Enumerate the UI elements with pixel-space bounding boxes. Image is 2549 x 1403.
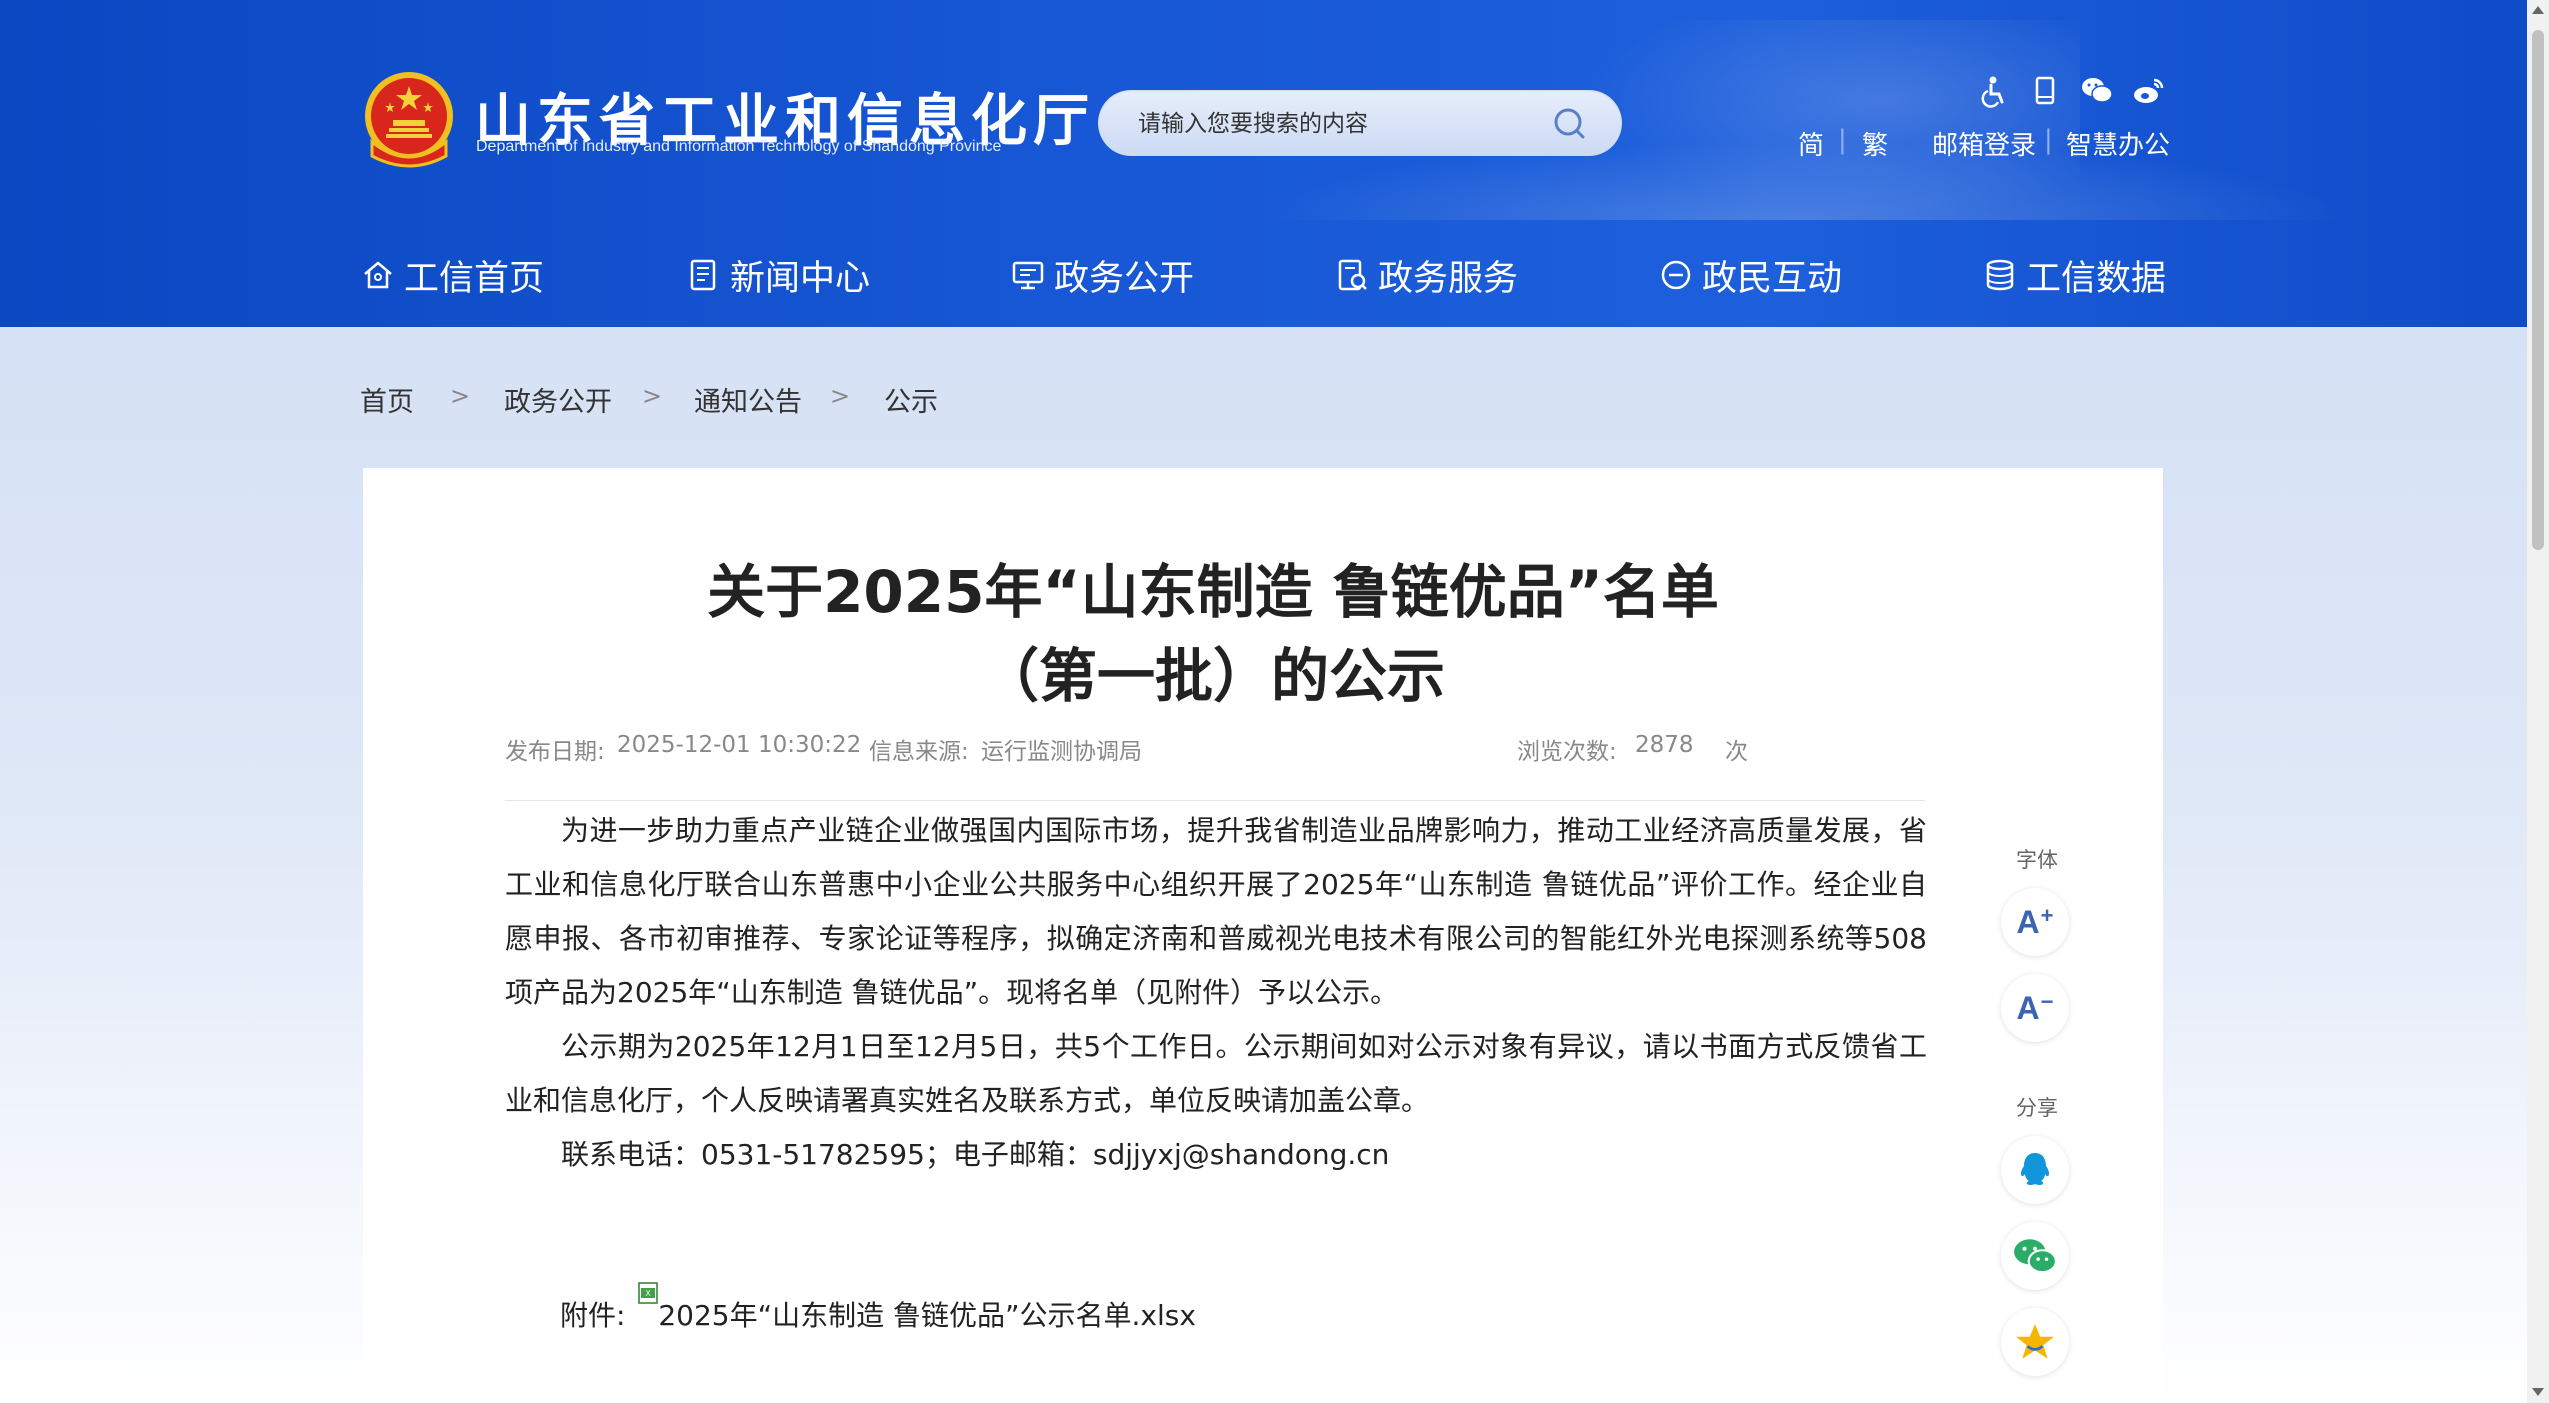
service-icon xyxy=(1338,259,1367,291)
excel-file-icon: X xyxy=(638,1282,659,1304)
wechat-icon[interactable] xyxy=(2080,74,2114,108)
font-increase-button[interactable]: A + xyxy=(2001,888,2069,956)
article-meta: 发布日期: 2025-12-01 10:30:22 信息来源: 运行监测协调局 … xyxy=(505,732,2255,765)
nav-item-news[interactable]: 新闻中心 xyxy=(686,242,870,308)
nav-item-government-affairs[interactable]: 政务公开 xyxy=(1010,242,1194,308)
qq-icon xyxy=(2020,1153,2050,1185)
search-box xyxy=(1098,90,1622,156)
source-value: 运行监测协调局 xyxy=(981,739,1142,765)
traditional-chinese-link[interactable]: 繁 xyxy=(1862,125,1888,162)
scroll-down-arrow[interactable] xyxy=(2532,1388,2544,1396)
font-label: 字体 xyxy=(2016,848,2058,872)
search-input[interactable] xyxy=(1136,103,1540,145)
divider xyxy=(505,800,1925,801)
nav-item-home[interactable]: 工信首页 xyxy=(360,242,544,308)
accessibility-icon[interactable] xyxy=(1978,74,2012,108)
wechat-share-icon xyxy=(2014,1239,2057,1274)
nav-item-services[interactable]: 政务服务 xyxy=(1334,242,1518,308)
views-label: 浏览次数: xyxy=(1517,739,1617,765)
news-icon xyxy=(690,259,716,291)
paragraph: 公示期为2025年12月1日至12月5日，共5个工作日。公示期间如对公示对象有异… xyxy=(505,1030,1927,1117)
mobile-icon[interactable] xyxy=(2028,74,2062,108)
site-subtitle: Department of Industry and Information T… xyxy=(476,138,1002,155)
breadcrumb-government-affairs[interactable]: 政务公开 xyxy=(504,380,612,419)
date-label: 发布日期: xyxy=(505,739,605,765)
share-qq-button[interactable] xyxy=(2001,1136,2069,1204)
site-header: 山东省工业和信息化厅 Department of Industry and In… xyxy=(0,0,2527,327)
nav-item-interaction[interactable]: 政民互动 xyxy=(1658,242,1842,308)
chat-icon xyxy=(1661,260,1691,290)
home-icon xyxy=(364,261,392,289)
add-favorite-button[interactable] xyxy=(2001,1308,2069,1376)
national-emblem-icon[interactable] xyxy=(360,68,458,172)
views-unit: 次 xyxy=(1725,739,1748,765)
monitor-icon xyxy=(1012,261,1044,290)
article-card: 关于2025年“山东制造 鲁链优品”名单 （第一批）的公示 发布日期: 2025… xyxy=(363,468,2163,1403)
scrollbar-thumb[interactable] xyxy=(2532,30,2544,550)
attachment: 附件: X 2025年“山东制造 鲁链优品”公示名单.xlsx xyxy=(560,1282,1196,1334)
breadcrumb-home[interactable]: 首页 xyxy=(360,380,414,419)
source-label: 信息来源: xyxy=(869,739,969,765)
share-label: 分享 xyxy=(2016,1096,2058,1120)
attachment-link[interactable]: 2025年“山东制造 鲁链优品”公示名单.xlsx xyxy=(658,1299,1196,1332)
simplified-chinese-link[interactable]: 简 xyxy=(1798,125,1824,162)
svg-text:X: X xyxy=(646,1289,652,1298)
scroll-up-arrow[interactable] xyxy=(2532,6,2544,14)
paragraph: 为进一步助力重点产业链企业做强国内国际市场，提升我省制造业品牌影响力，推动工业经… xyxy=(505,814,1927,1009)
weibo-icon[interactable] xyxy=(2132,74,2166,108)
page-scrollbar[interactable] xyxy=(2527,0,2549,1403)
nav-item-data[interactable]: 工信数据 xyxy=(1982,242,2166,308)
email-login-link[interactable]: 邮箱登录 xyxy=(1932,125,2036,162)
attachment-label: 附件: xyxy=(560,1299,626,1332)
views-count: 2878 xyxy=(1635,732,1694,758)
breadcrumb-publicity[interactable]: 公示 xyxy=(884,380,938,419)
breadcrumb-notices[interactable]: 通知公告 xyxy=(694,380,802,419)
publish-date: 2025-12-01 10:30:22 xyxy=(617,732,862,758)
paragraph: 联系电话：0531-51782595；电子邮箱：sdjjyxj@shandong… xyxy=(561,1138,1390,1171)
search-icon[interactable] xyxy=(1548,102,1590,144)
font-decrease-button[interactable]: A − xyxy=(2001,974,2069,1042)
article-title: 关于2025年“山东制造 鲁链优品”名单 （第一批）的公示 xyxy=(707,558,1719,710)
main-nav: 工信首页 新闻中心 政务公开 政务服务 政民互动 工信数据 xyxy=(360,242,2166,308)
smart-office-link[interactable]: 智慧办公 xyxy=(2066,125,2170,162)
star-icon xyxy=(2016,1324,2054,1359)
share-wechat-button[interactable] xyxy=(2001,1222,2069,1290)
database-icon xyxy=(1986,259,2014,291)
article-body: 为进一步助力重点产业链企业做强国内国际市场，提升我省制造业品牌影响力，推动工业经… xyxy=(505,804,1927,1182)
